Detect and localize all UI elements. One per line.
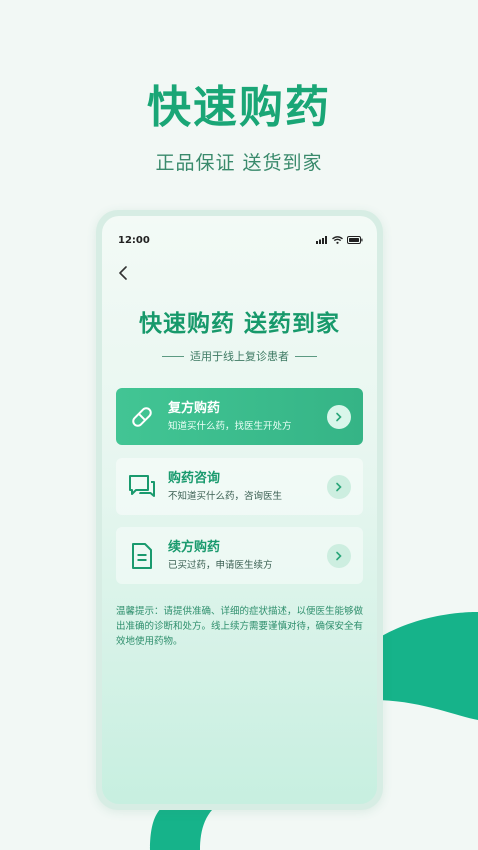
option-card-prescription-renewal[interactable]: 续方购药 已买过药，申请医生续方 — [116, 527, 363, 584]
status-bar: 12:00 — [102, 232, 377, 248]
option-title: 续方购药 — [168, 539, 221, 555]
option-title: 复方购药 — [168, 400, 221, 416]
document-icon — [116, 527, 168, 584]
chevron-right-icon[interactable] — [327, 474, 351, 499]
divider-left — [162, 355, 184, 357]
chevron-left-icon — [119, 266, 127, 280]
chevron-right-icon[interactable] — [327, 543, 351, 568]
tip-text: 温馨提示：请提供准确、详细的症状描述，以便医生能够做出准确的诊断和处方。线上续方… — [116, 606, 364, 647]
pill-icon — [116, 388, 168, 445]
option-title: 购药咨询 — [168, 470, 221, 486]
status-icons — [316, 236, 363, 244]
option-card-purchase-consultation[interactable]: 购药咨询 不知道买什么药，咨询医生 — [116, 458, 363, 515]
phone-mockup: 12:00 快速购药 送药到家 适用于线上复诊患者 复方购药 知道买什么药，找医… — [96, 210, 383, 810]
promo-subtitle: 正品保证 送货到家 — [155, 152, 323, 174]
battery-icon — [347, 236, 363, 244]
status-time: 12:00 — [118, 234, 150, 246]
option-desc: 知道买什么药，找医生开处方 — [168, 420, 292, 432]
screen-title: 快速购药 送药到家 — [138, 311, 340, 337]
chevron-right-icon[interactable] — [327, 404, 351, 429]
wifi-icon — [332, 236, 343, 244]
back-button[interactable] — [112, 262, 134, 284]
signal-icon — [316, 236, 327, 244]
chat-icon — [116, 458, 168, 515]
screen-subtitle: 适用于线上复诊患者 — [102, 348, 377, 364]
phone-screen: 12:00 快速购药 送药到家 适用于线上复诊患者 复方购药 知道买什么药，找医… — [102, 216, 377, 804]
option-desc: 已买过药，申请医生续方 — [168, 559, 273, 571]
divider-right — [295, 355, 317, 357]
promo-title: 快速购药 — [147, 82, 331, 133]
option-card-prescription-purchase[interactable]: 复方购药 知道买什么药，找医生开处方 — [116, 388, 363, 445]
option-desc: 不知道买什么药，咨询医生 — [168, 490, 283, 502]
screen-subtitle-text: 适用于线上复诊患者 — [190, 350, 289, 363]
